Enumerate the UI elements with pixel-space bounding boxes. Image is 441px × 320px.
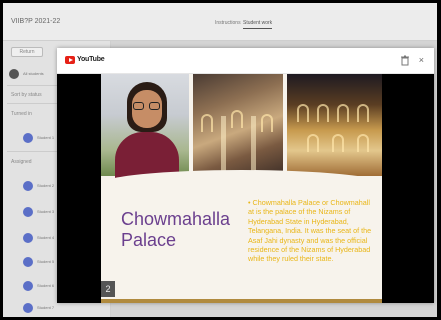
- youtube-logo-icon: [65, 56, 75, 64]
- group-avatar-icon: [9, 69, 19, 79]
- avatar: [23, 233, 33, 243]
- tab-student-work[interactable]: Student work: [243, 20, 273, 29]
- modal-header: YouTube ×: [57, 48, 434, 74]
- avatar: [23, 207, 33, 217]
- screen: VIIB?P 2021-22 Instructions Student work…: [3, 3, 437, 317]
- palace-exterior-photo: [287, 74, 382, 176]
- video-player[interactable]: Chowmahalla Palace • Chowmahalla Palace …: [57, 74, 434, 303]
- youtube-modal: YouTube × Chowmahalla Palace • Chowmahal…: [57, 48, 434, 303]
- student-name: Student 5: [37, 259, 55, 264]
- assigned-heading: Assigned: [11, 159, 32, 165]
- slide-title: Chowmahalla Palace: [121, 209, 231, 250]
- top-bar: VIIB?P 2021-22 Instructions Student work: [3, 3, 437, 41]
- presenter-image: [107, 76, 187, 182]
- return-button[interactable]: Return: [11, 47, 43, 57]
- turned-in-heading: Turned in: [11, 111, 32, 117]
- student-name: Student 7: [37, 305, 55, 310]
- student-name: Student 3: [37, 209, 55, 214]
- sort-heading[interactable]: Sort by status: [11, 92, 42, 98]
- class-title: VIIB?P 2021-22: [11, 18, 61, 25]
- close-icon[interactable]: ×: [419, 55, 424, 65]
- avatar: [23, 257, 33, 267]
- slide-body-text: • Chowmahalla Palace or Chowmahall at is…: [248, 198, 372, 264]
- webcam-photo: [101, 74, 189, 182]
- sidebar-item-label: All students: [23, 71, 44, 76]
- student-name: Student 6: [37, 283, 55, 288]
- student-name: Student 2: [37, 183, 55, 188]
- avatar: [23, 303, 33, 313]
- presentation-slide: Chowmahalla Palace • Chowmahalla Palace …: [101, 74, 382, 303]
- palace-interior-photo: [193, 74, 283, 176]
- bottom-strip: [101, 299, 382, 303]
- slide-number: 2: [101, 281, 115, 297]
- avatar: [23, 281, 33, 291]
- youtube-logo-text: YouTube: [77, 56, 105, 63]
- avatar: [23, 181, 33, 191]
- student-name: Student 1: [37, 135, 55, 140]
- avatar: [23, 133, 33, 143]
- tab-instructions[interactable]: Instructions: [215, 20, 241, 26]
- trash-icon[interactable]: [400, 55, 410, 66]
- student-row[interactable]: Student 7: [23, 303, 103, 315]
- student-name: Student 4: [37, 235, 55, 240]
